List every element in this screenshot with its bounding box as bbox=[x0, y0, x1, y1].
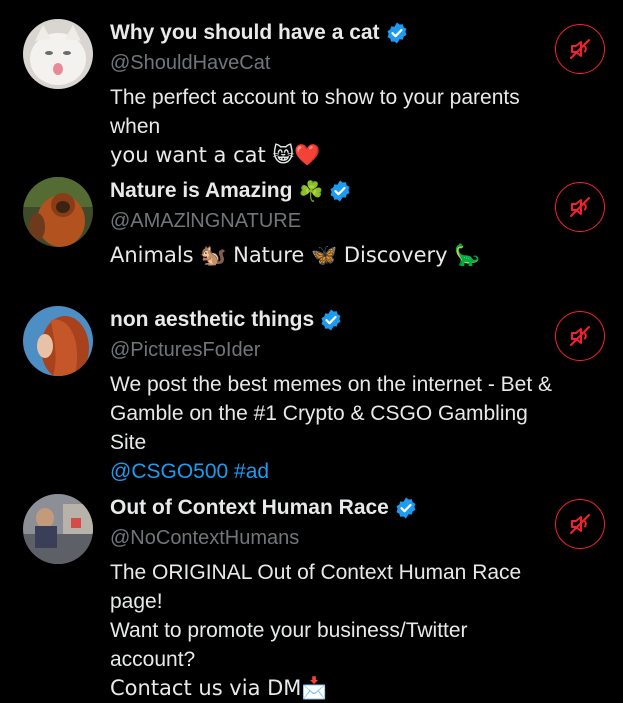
display-name[interactable]: non aesthetic things bbox=[110, 308, 314, 332]
unmute-button[interactable] bbox=[555, 499, 605, 549]
bio-line: Want to promote your business/Twitter ac… bbox=[110, 619, 468, 671]
handle[interactable]: @NoContextHumans bbox=[110, 523, 553, 553]
unmute-button[interactable] bbox=[555, 182, 605, 232]
orangutan-avatar-image bbox=[23, 177, 93, 247]
speaker-muted-icon bbox=[570, 514, 590, 534]
speaker-muted-icon bbox=[570, 197, 590, 217]
handle[interactable]: @PicturesFoIder bbox=[110, 335, 553, 365]
verified-badge-icon bbox=[321, 309, 341, 331]
display-name[interactable]: Why you should have a cat bbox=[110, 21, 380, 45]
bio: The ORIGINAL Out of Context Human Race p… bbox=[110, 558, 553, 703]
unmute-button[interactable] bbox=[555, 311, 605, 361]
bio: Animals 🐿️ Nature 🦋 Discovery 🦕 bbox=[110, 241, 553, 270]
speaker-muted-icon bbox=[570, 39, 590, 59]
red-hair-avatar-image bbox=[23, 306, 93, 376]
bio-link[interactable]: @CSGO500 #ad bbox=[110, 457, 553, 486]
avatar[interactable] bbox=[23, 494, 93, 564]
avatar[interactable] bbox=[23, 177, 93, 247]
bio-line: Gamble on the #1 Crypto & CSGO Gambling … bbox=[110, 402, 528, 454]
verified-badge-icon bbox=[387, 22, 407, 44]
handle[interactable]: @ShouldHaveCat bbox=[110, 48, 553, 78]
speaker-muted-icon bbox=[570, 326, 590, 346]
bio-line: Animals 🐿️ Nature 🦋 Discovery 🦕 bbox=[110, 243, 481, 267]
display-name[interactable]: Out of Context Human Race bbox=[110, 496, 389, 520]
bio-line: We post the best memes on the internet -… bbox=[110, 373, 553, 396]
bio-line: The ORIGINAL Out of Context Human Race p… bbox=[110, 561, 522, 613]
white-cat-avatar-image bbox=[23, 19, 93, 89]
unmute-button[interactable] bbox=[555, 24, 605, 74]
bio-line: Contact us via DM📩 bbox=[110, 676, 328, 700]
bio-line: The perfect account to show to your pare… bbox=[110, 86, 520, 138]
verified-badge-icon bbox=[330, 180, 350, 202]
display-name[interactable]: Nature is Amazing bbox=[110, 179, 292, 203]
handle[interactable]: @AMAZlNGNATURE bbox=[110, 206, 553, 236]
shamrock-emoji: ☘️ bbox=[298, 179, 324, 203]
verified-badge-icon bbox=[396, 497, 416, 519]
street-photo-avatar-image bbox=[23, 494, 93, 564]
bio-line: you want a cat 😸❤️ bbox=[110, 143, 321, 167]
bio: The perfect account to show to your pare… bbox=[110, 83, 553, 170]
avatar[interactable] bbox=[23, 19, 93, 89]
bio: We post the best memes on the internet -… bbox=[110, 370, 553, 486]
avatar[interactable] bbox=[23, 306, 93, 376]
